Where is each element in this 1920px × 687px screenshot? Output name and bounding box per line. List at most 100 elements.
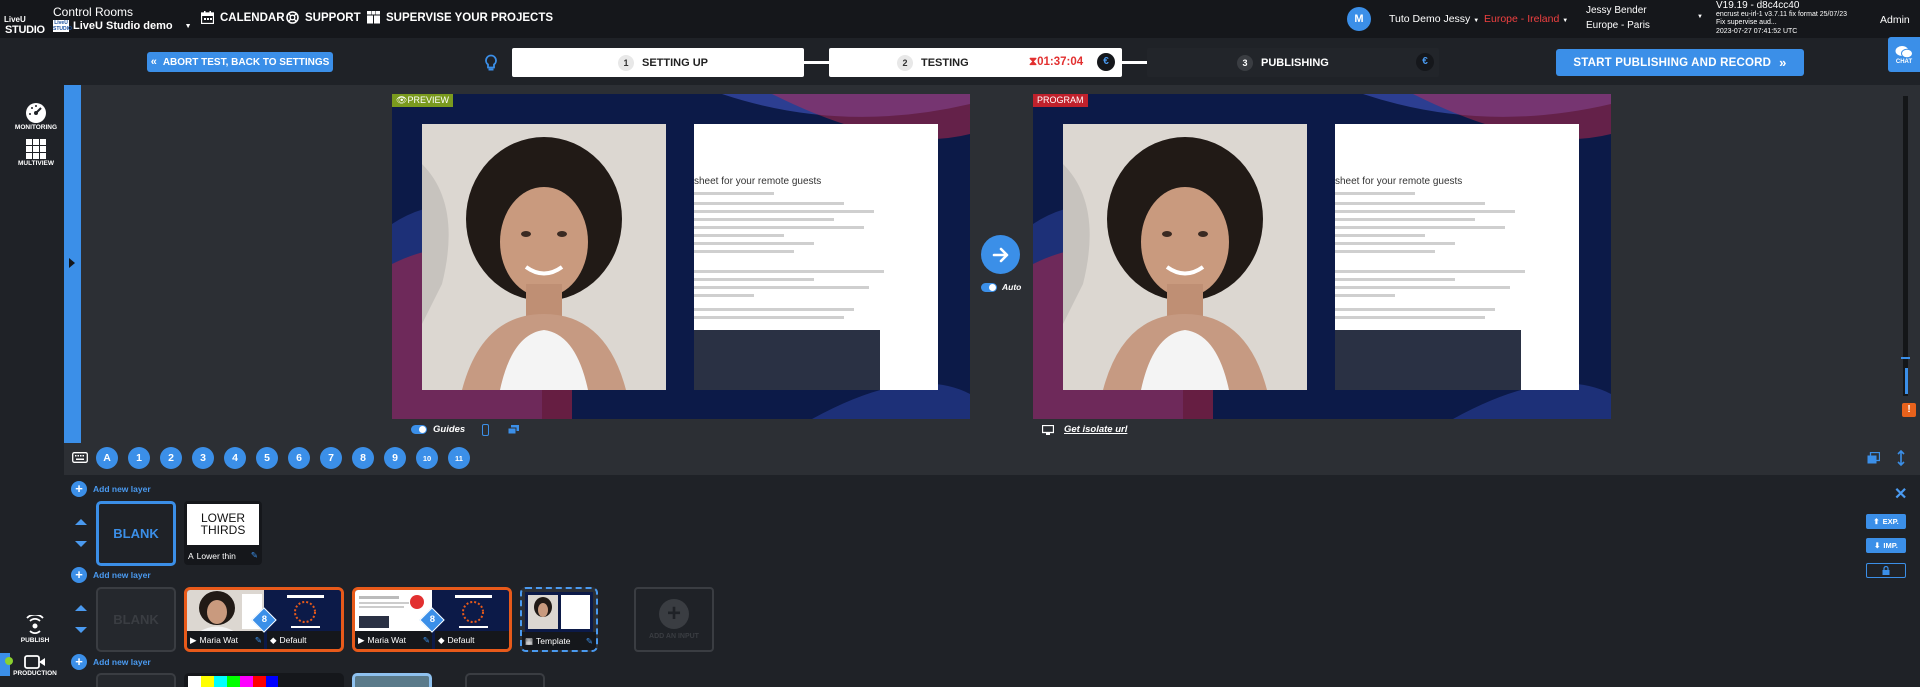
euro-cost-icon[interactable]: € [1097, 53, 1115, 71]
blank-source-card[interactable]: BLANK [96, 587, 176, 652]
scene-button-1[interactable]: 1 [128, 447, 150, 469]
euro-cost-icon[interactable]: € [1416, 53, 1434, 71]
import-button[interactable]: ⬇ IMP. [1866, 538, 1906, 553]
scene-button-11[interactable]: 11 [448, 447, 470, 469]
resize-vertical-icon[interactable] [1897, 450, 1905, 466]
close-icon[interactable]: ✕ [1894, 484, 1907, 504]
toggle-switch[interactable] [411, 425, 427, 434]
move-layer-up-icon[interactable] [75, 605, 87, 611]
move-layer-down-icon[interactable] [75, 627, 87, 633]
start-publishing-button[interactable]: START PUBLISHING AND RECORD » [1556, 49, 1804, 76]
warning-icon[interactable]: ! [1902, 403, 1916, 417]
lock-button[interactable] [1866, 563, 1906, 578]
export-label: EXP. [1882, 517, 1899, 526]
add-layer-button[interactable]: + Add new layer [71, 567, 151, 583]
shield-icon: ◆ [438, 634, 445, 645]
rail-monitoring[interactable]: MONITORING [10, 102, 62, 131]
account-selector[interactable]: Tuto Demo Jessy ▼ [1389, 13, 1479, 25]
blank-source-card[interactable]: BLANK [96, 501, 176, 566]
step-label: PUBLISHING [1261, 56, 1329, 69]
user-name[interactable]: Jessy Bender [1586, 5, 1647, 16]
scene-button-7[interactable]: 7 [320, 447, 342, 469]
step-connector [804, 61, 829, 64]
blank-source-card[interactable] [96, 673, 176, 687]
toggle-switch[interactable] [981, 282, 997, 292]
scene-button-2[interactable]: 2 [160, 447, 182, 469]
account-avatar[interactable]: M [1347, 7, 1371, 31]
keyboard-icon[interactable] [72, 452, 88, 463]
liveu-studio-logo[interactable]: LiveU STUDIO [2, 7, 46, 36]
add-input-button[interactable]: + ADD AN INPUT [634, 587, 714, 652]
move-layer-up-icon[interactable] [75, 519, 87, 525]
pencil-icon[interactable]: ✎ [586, 636, 593, 647]
pencil-icon[interactable]: ✎ [255, 635, 262, 646]
pencil-icon[interactable]: ✎ [423, 635, 430, 646]
auto-toggle[interactable]: Auto [981, 282, 1021, 292]
rail-publish[interactable]: PUBLISH [18, 615, 52, 644]
add-layer-button[interactable]: + Add new layer [71, 654, 151, 670]
step-publishing[interactable]: 3 PUBLISHING [1147, 48, 1439, 77]
template-card[interactable]: ▦ Template ✎ [520, 587, 598, 652]
mobile-preview-icon[interactable] [482, 424, 489, 436]
layout-thumbnail [435, 590, 509, 633]
add-layer-button[interactable]: + Add new layer [71, 481, 151, 497]
step-number: 2 [897, 54, 913, 71]
account-name: Tuto Demo Jessy [1389, 13, 1471, 25]
audio-meter-peak [1901, 357, 1910, 359]
export-button[interactable]: ⬆ EXP. [1866, 514, 1906, 529]
image-source-card[interactable] [352, 673, 432, 687]
version-info: V19.19 - d8c4cc40 encrust eu-irl-1 v3.7.… [1716, 1, 1847, 37]
lower-thirds-card[interactable]: LOWER THIRDS A Lower thin ✎ [184, 501, 262, 565]
move-layer-down-icon[interactable] [75, 541, 87, 547]
scene-button-5[interactable]: 5 [256, 447, 278, 469]
take-transition-button[interactable] [981, 235, 1020, 274]
popout-windows-icon[interactable] [508, 425, 519, 434]
download-icon: ⬇ [1874, 541, 1881, 550]
chat-button[interactable]: CHAT [1888, 37, 1920, 72]
lock-icon [1882, 566, 1890, 575]
plus-icon: + [659, 599, 689, 629]
add-layer-label: Add new layer [93, 570, 151, 580]
lower-thirds-thumbnail: LOWER THIRDS [187, 504, 259, 545]
lightbulb-icon[interactable] [484, 54, 498, 72]
color-bars-thumbnail [188, 676, 278, 687]
lifebuoy-icon [286, 11, 299, 24]
preview-monitor[interactable]: 👁PREVIEW sheet for your remote guests [392, 94, 970, 419]
guides-toggle[interactable]: Guides [411, 424, 465, 435]
nav-support[interactable]: SUPPORT [286, 11, 361, 24]
scene-button-6[interactable]: 6 [288, 447, 310, 469]
template-thumbnail [525, 592, 593, 632]
step-setting-up[interactable]: 1 SETTING UP [512, 48, 804, 77]
scene-button-10[interactable]: 10 [416, 447, 438, 469]
room-selector[interactable]: LiveU STUDIO LiveU Studio demo ▼ [53, 20, 192, 32]
scene-button-4[interactable]: 4 [224, 447, 246, 469]
abort-test-label: ABORT TEST, BACK TO SETTINGS [162, 56, 330, 68]
region-selector[interactable]: Europe - Ireland ▼ [1484, 13, 1568, 25]
get-isolate-url-link[interactable]: Get isolate url [1042, 424, 1127, 435]
rail-multiview[interactable]: MULTIVIEW [10, 138, 62, 167]
nav-calendar[interactable]: CALENDAR [201, 11, 285, 24]
screenshare-thumbnail [355, 590, 432, 633]
program-monitor[interactable]: PROGRAM sheet for your remote guests [1033, 94, 1611, 419]
plus-icon: + [71, 481, 87, 497]
caret-down-icon[interactable]: ▼ [1697, 14, 1703, 20]
camera-icon [24, 655, 45, 669]
abort-test-button[interactable]: « ABORT TEST, BACK TO SETTINGS [147, 52, 333, 72]
expand-arrow-icon[interactable] [69, 258, 75, 268]
step-connector [1122, 61, 1147, 64]
scene-button-9[interactable]: 9 [384, 447, 406, 469]
nav-supervise[interactable]: SUPERVISE YOUR PROJECTS [367, 11, 553, 24]
empty-slot-card[interactable] [465, 673, 545, 687]
input-card-screen-share[interactable]: 8 ▶ Maria Wat ✎ ◆ Default [352, 587, 512, 652]
scene-button-3[interactable]: 3 [192, 447, 214, 469]
duplicate-icon[interactable] [1867, 452, 1880, 464]
input-card-guest-camera[interactable]: 8 ▶ Maria Wat ✎ ◆ Default [184, 587, 344, 652]
grid-icon [26, 139, 46, 159]
color-bars-card[interactable] [184, 673, 344, 687]
scene-button-a[interactable]: A [96, 447, 118, 469]
version-date: 2023-07-27 07:41:52 UTC [1716, 28, 1798, 36]
plus-icon: + [71, 567, 87, 583]
pencil-icon[interactable]: ✎ [251, 550, 258, 561]
scene-button-8[interactable]: 8 [352, 447, 374, 469]
rail-production[interactable]: PRODUCTION [13, 654, 57, 677]
